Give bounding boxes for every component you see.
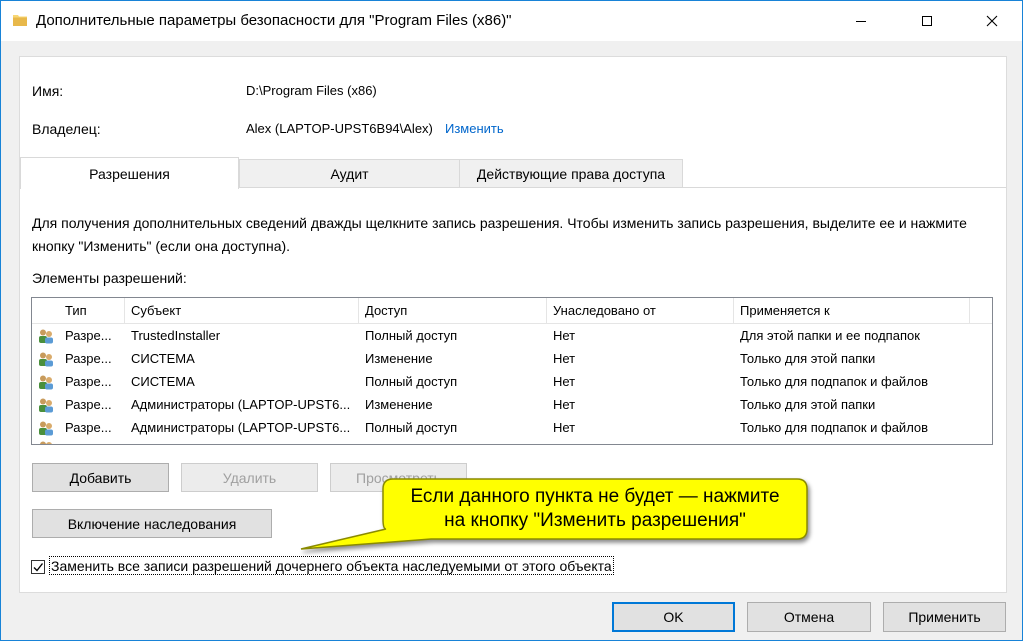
- cell-inherited: Нет: [553, 328, 576, 343]
- add-button[interactable]: Добавить: [32, 463, 169, 492]
- cell-type: Разре...: [65, 397, 112, 412]
- maximize-button[interactable]: [904, 1, 950, 41]
- maximize-icon: [922, 16, 932, 26]
- table-header: Тип Субъект Доступ Унаследовано от Приме…: [32, 298, 992, 324]
- description-text: Для получения дополнительных сведений дв…: [32, 215, 967, 254]
- table-row[interactable]: Разре... СИСТЕМА Полный доступ Нет Тольк…: [32, 370, 992, 393]
- tab-effective-access[interactable]: Действующие права доступа: [459, 159, 683, 188]
- cell-inherited: Нет: [553, 351, 576, 366]
- title-bar: Дополнительные параметры безопасности дл…: [1, 1, 1022, 41]
- close-icon: [986, 15, 998, 27]
- callout-line-1: Если данного пункта не будет — нажмите: [410, 486, 780, 507]
- cell-inherited: Нет: [553, 374, 576, 389]
- name-value: D:\Program Files (x86): [246, 83, 377, 98]
- cell-subject: TrustedInstaller: [131, 328, 221, 343]
- users-icon: [39, 329, 53, 344]
- cell-subject: Администраторы (LAPTOP-UPST6...: [131, 420, 351, 435]
- column-header-access[interactable]: Доступ: [359, 298, 547, 324]
- cell-applies: Только для подпапок и файлов: [740, 374, 929, 389]
- cell-subject: СИСТЕМА: [131, 374, 195, 389]
- owner-change-link[interactable]: Изменить: [445, 121, 504, 136]
- cell-inherited: Нет: [553, 397, 576, 412]
- replace-child-permissions-label[interactable]: Заменить все записи разрешений дочернего…: [49, 556, 614, 575]
- cell-access: Полный доступ: [365, 374, 458, 389]
- column-header-applies[interactable]: Применяется к: [734, 298, 970, 324]
- close-button[interactable]: [969, 1, 1015, 41]
- checkmark-icon: [33, 563, 44, 572]
- table-row[interactable]: Разре... Администраторы (LAPTOP-UPST6...…: [32, 393, 992, 416]
- cell-type: Разре...: [65, 420, 112, 435]
- column-header-inherited[interactable]: Унаследовано от: [547, 298, 734, 324]
- apply-button[interactable]: Применить: [883, 602, 1006, 632]
- replace-child-permissions-checkbox[interactable]: [31, 560, 45, 574]
- table-row[interactable]: Разре... Администраторы (LAPTOP-UPST6...…: [32, 416, 992, 439]
- minimize-button[interactable]: [838, 1, 884, 41]
- tab-audit[interactable]: Аудит: [239, 159, 460, 188]
- permissions-table[interactable]: Тип Субъект Доступ Унаследовано от Приме…: [31, 297, 993, 445]
- cell-access: Изменение: [365, 397, 433, 412]
- cell-type: Разре...: [65, 328, 112, 343]
- callout-line-2: на кнопку "Изменить разрешения": [444, 510, 746, 531]
- permissions-label: Элементы разрешений:: [32, 270, 187, 286]
- cell-applies: Только для этой папки: [740, 397, 876, 412]
- column-header-subject[interactable]: Субъект: [125, 298, 359, 324]
- cell-access: Изменение: [365, 351, 433, 366]
- remove-button[interactable]: Удалить: [181, 463, 318, 492]
- callout-text: Если данного пункта не будет — нажмите н…: [383, 479, 807, 539]
- cell-applies: Для этой папки и ее подпапок: [740, 328, 920, 343]
- table-row[interactable]: Разре... TrustedInstaller Полный доступ …: [32, 324, 992, 347]
- name-label: Имя:: [32, 83, 64, 99]
- cell-applies: Только для подпапок и файлов: [740, 420, 929, 435]
- users-icon: [39, 398, 53, 413]
- tab-bar: Разрешения Аудит Действующие права досту…: [20, 157, 1006, 189]
- minimize-icon: [856, 21, 866, 22]
- owner-label: Владелец:: [32, 121, 101, 137]
- ok-button[interactable]: OK: [612, 602, 735, 632]
- security-settings-window: Дополнительные параметры безопасности дл…: [0, 0, 1023, 641]
- folder-icon: [13, 15, 27, 26]
- cell-access: Полный доступ: [365, 328, 458, 343]
- cell-applies: Только для этой папки: [740, 351, 876, 366]
- table-row[interactable]: Разре... СИСТЕМА Изменение Нет Только дл…: [32, 347, 992, 370]
- cell-type: Разре...: [65, 374, 112, 389]
- enable-inheritance-button[interactable]: Включение наследования: [32, 509, 272, 538]
- cancel-button[interactable]: Отмена: [747, 602, 871, 632]
- users-icon: [39, 421, 53, 436]
- cell-access: Полный доступ: [365, 420, 458, 435]
- cell-type: Разре...: [65, 351, 112, 366]
- users-icon: [40, 441, 52, 444]
- users-icon: [39, 352, 53, 367]
- cell-inherited: Нет: [553, 420, 576, 435]
- tab-permissions[interactable]: Разрешения: [20, 157, 239, 189]
- window-title: Дополнительные параметры безопасности дл…: [36, 12, 512, 29]
- users-icon: [39, 375, 53, 390]
- owner-value: Alex (LAPTOP-UPST6B94\Alex): [246, 121, 433, 136]
- column-header-type[interactable]: Тип: [59, 298, 125, 324]
- cell-subject: СИСТЕМА: [131, 351, 195, 366]
- cell-subject: Администраторы (LAPTOP-UPST6...: [131, 397, 351, 412]
